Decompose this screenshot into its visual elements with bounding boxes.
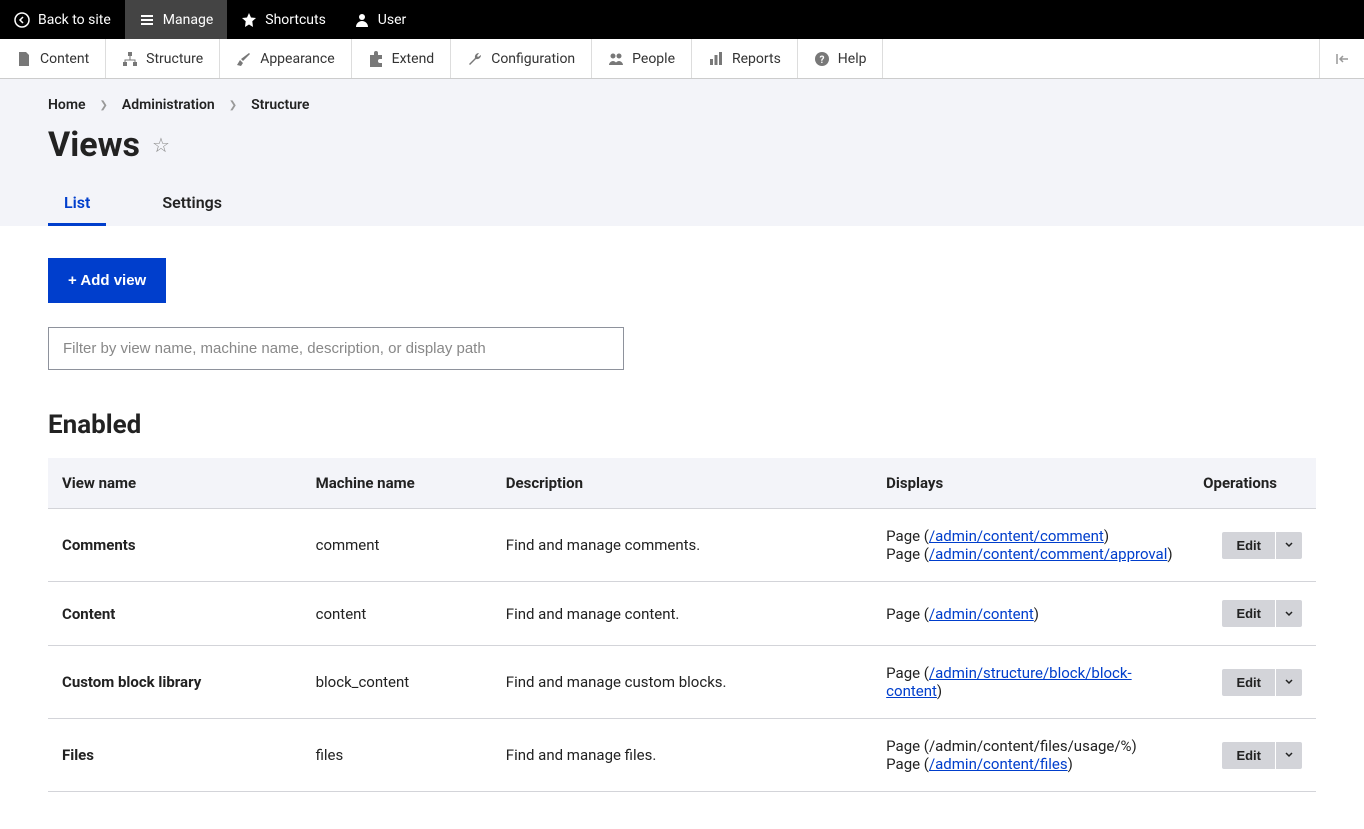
chevron-down-icon bbox=[1284, 750, 1294, 760]
operations-dropdown[interactable] bbox=[1275, 600, 1302, 627]
people-icon bbox=[608, 51, 624, 67]
tab-list[interactable]: List bbox=[48, 193, 106, 226]
tab-settings[interactable]: Settings bbox=[146, 193, 238, 226]
breadcrumb: Home ❯ Administration ❯ Structure bbox=[48, 97, 1316, 113]
breadcrumb-administration[interactable]: Administration bbox=[122, 97, 215, 113]
th-view-name: View name bbox=[48, 458, 302, 509]
cell-machine-name: files bbox=[302, 719, 492, 792]
back-to-site[interactable]: Back to site bbox=[0, 0, 125, 39]
cell-view-name: Comments bbox=[48, 509, 302, 582]
back-icon bbox=[14, 12, 30, 28]
breadcrumb-structure[interactable]: Structure bbox=[251, 97, 309, 113]
operations-dropdown[interactable] bbox=[1275, 532, 1302, 559]
person-icon bbox=[354, 12, 370, 28]
primary-tabs: List Settings bbox=[48, 193, 1316, 226]
collapse-icon bbox=[1334, 51, 1350, 67]
edit-button[interactable]: Edit bbox=[1222, 532, 1275, 559]
add-view-button[interactable]: + Add view bbox=[48, 258, 166, 303]
shortcuts-toggle[interactable]: Shortcuts bbox=[227, 0, 340, 39]
section-enabled-title: Enabled bbox=[48, 410, 1316, 440]
display-link[interactable]: /admin/content/comment bbox=[929, 527, 1104, 545]
user-toggle[interactable]: User bbox=[340, 0, 420, 39]
cell-operations: Edit bbox=[1189, 646, 1316, 719]
chevron-down-icon bbox=[1284, 609, 1294, 619]
cell-displays: Page (/admin/content) bbox=[872, 582, 1189, 646]
table-row: Custom block libraryblock_contentFind an… bbox=[48, 646, 1316, 719]
th-description: Description bbox=[492, 458, 872, 509]
cell-description: Find and manage comments. bbox=[492, 509, 872, 582]
views-table: View name Machine name Description Displ… bbox=[48, 458, 1316, 792]
manage-toggle[interactable]: Manage bbox=[125, 0, 227, 39]
topbar: Back to site Manage Shortcuts User bbox=[0, 0, 1364, 39]
hierarchy-icon bbox=[122, 51, 138, 67]
cell-description: Find and manage custom blocks. bbox=[492, 646, 872, 719]
cell-machine-name: comment bbox=[302, 509, 492, 582]
breadcrumb-home[interactable]: Home bbox=[48, 97, 86, 113]
edit-button[interactable]: Edit bbox=[1222, 742, 1275, 769]
operations-dropdown[interactable] bbox=[1275, 669, 1302, 696]
admin-toolbar: Content Structure Appearance Extend Conf… bbox=[0, 39, 1364, 79]
menu-content[interactable]: Content bbox=[0, 39, 106, 78]
hamburger-icon bbox=[139, 12, 155, 28]
menu-configuration[interactable]: Configuration bbox=[451, 39, 592, 78]
header-region: Home ❯ Administration ❯ Structure Views … bbox=[0, 79, 1364, 226]
chevron-down-icon bbox=[1284, 540, 1294, 550]
svg-text:?: ? bbox=[819, 55, 824, 66]
puzzle-icon bbox=[368, 51, 384, 67]
menu-appearance[interactable]: Appearance bbox=[220, 39, 351, 78]
paintbrush-icon bbox=[236, 51, 252, 67]
cell-displays: Page (/admin/content/files/usage/%)Page … bbox=[872, 719, 1189, 792]
cell-operations: Edit bbox=[1189, 509, 1316, 582]
table-row: CommentscommentFind and manage comments.… bbox=[48, 509, 1316, 582]
cell-view-name: Files bbox=[48, 719, 302, 792]
file-icon bbox=[16, 51, 32, 67]
toolbar-collapse[interactable] bbox=[1319, 39, 1364, 78]
favorite-star-icon[interactable]: ☆ bbox=[152, 133, 170, 157]
filter-input[interactable] bbox=[48, 327, 624, 370]
edit-button[interactable]: Edit bbox=[1222, 669, 1275, 696]
cell-displays: Page (/admin/content/comment)Page (/admi… bbox=[872, 509, 1189, 582]
back-label: Back to site bbox=[38, 12, 111, 28]
cell-view-name: Content bbox=[48, 582, 302, 646]
table-row: ContentcontentFind and manage content.Pa… bbox=[48, 582, 1316, 646]
menu-help[interactable]: ? Help bbox=[798, 39, 884, 78]
shortcuts-label: Shortcuts bbox=[265, 12, 326, 28]
chevron-down-icon bbox=[1284, 677, 1294, 687]
menu-reports[interactable]: Reports bbox=[692, 39, 798, 78]
cell-machine-name: block_content bbox=[302, 646, 492, 719]
page-title: Views bbox=[48, 125, 140, 165]
th-operations: Operations bbox=[1189, 458, 1316, 509]
manage-label: Manage bbox=[163, 12, 213, 28]
bar-chart-icon bbox=[708, 51, 724, 67]
menu-people[interactable]: People bbox=[592, 39, 692, 78]
display-link[interactable]: /admin/content bbox=[929, 605, 1034, 623]
star-icon bbox=[241, 12, 257, 28]
cell-operations: Edit bbox=[1189, 719, 1316, 792]
display-link[interactable]: /admin/content/files bbox=[929, 755, 1068, 773]
menu-structure[interactable]: Structure bbox=[106, 39, 220, 78]
cell-view-name: Custom block library bbox=[48, 646, 302, 719]
main-content: + Add view Enabled View name Machine nam… bbox=[0, 226, 1364, 824]
user-label: User bbox=[378, 12, 406, 28]
table-row: FilesfilesFind and manage files.Page (/a… bbox=[48, 719, 1316, 792]
wrench-icon bbox=[467, 51, 483, 67]
cell-description: Find and manage files. bbox=[492, 719, 872, 792]
th-machine-name: Machine name bbox=[302, 458, 492, 509]
menu-extend[interactable]: Extend bbox=[352, 39, 452, 78]
cell-description: Find and manage content. bbox=[492, 582, 872, 646]
chevron-right-icon: ❯ bbox=[100, 100, 108, 111]
cell-displays: Page (/admin/structure/block/block-conte… bbox=[872, 646, 1189, 719]
operations-dropdown[interactable] bbox=[1275, 742, 1302, 769]
chevron-right-icon: ❯ bbox=[229, 100, 237, 111]
help-icon: ? bbox=[814, 51, 830, 67]
edit-button[interactable]: Edit bbox=[1222, 600, 1275, 627]
th-displays: Displays bbox=[872, 458, 1189, 509]
display-link[interactable]: /admin/content/comment/approval bbox=[929, 545, 1167, 563]
cell-operations: Edit bbox=[1189, 582, 1316, 646]
cell-machine-name: content bbox=[302, 582, 492, 646]
